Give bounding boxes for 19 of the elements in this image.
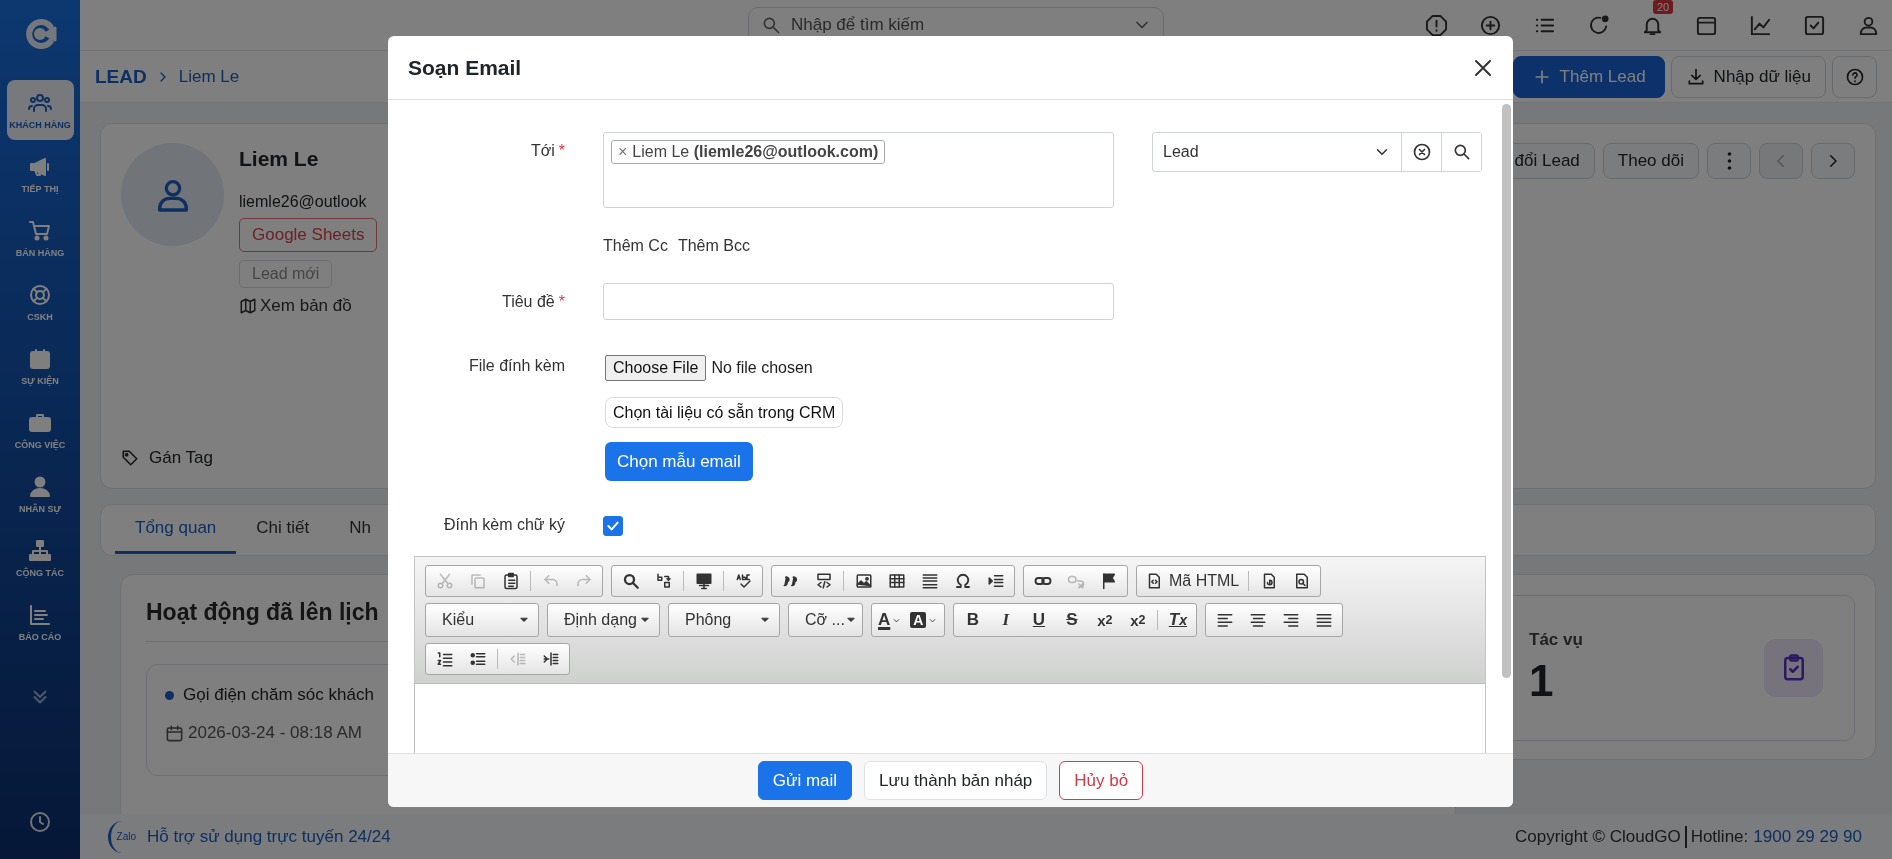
activity-date: 2026-03-24 - 08:18 AM [188,723,362,743]
file-status: No file chosen [711,359,813,377]
stat-label: Tác vụ [1529,630,1583,650]
field-label: Đính kèm chữ ký [443,516,565,534]
lead-email: liemle26@outlook [239,193,367,211]
field-label: Tới * [529,141,565,160]
copyright-text: Copyright © CloudGO [1515,826,1681,847]
activity-title: Gọi điện chăm sóc khách [183,685,374,705]
dialog-title: Soạn Email [408,55,522,80]
notification-badge: 20 [1653,0,1674,14]
source-tag: Google Sheets [239,218,378,252]
lead-name: Liem Le [239,147,319,171]
field-label: Tiêu đề * [501,292,565,311]
hotline-label: Hotline: [1690,826,1749,847]
status-tag: Lead mới [239,260,333,288]
field-label: File đính kèm [467,356,565,375]
breadcrumb-current: Liem Le [178,66,240,87]
stat-value: 1 [1529,656,1555,706]
recipient-text: Liem Le (liemle26@outlook.com) [632,143,879,161]
